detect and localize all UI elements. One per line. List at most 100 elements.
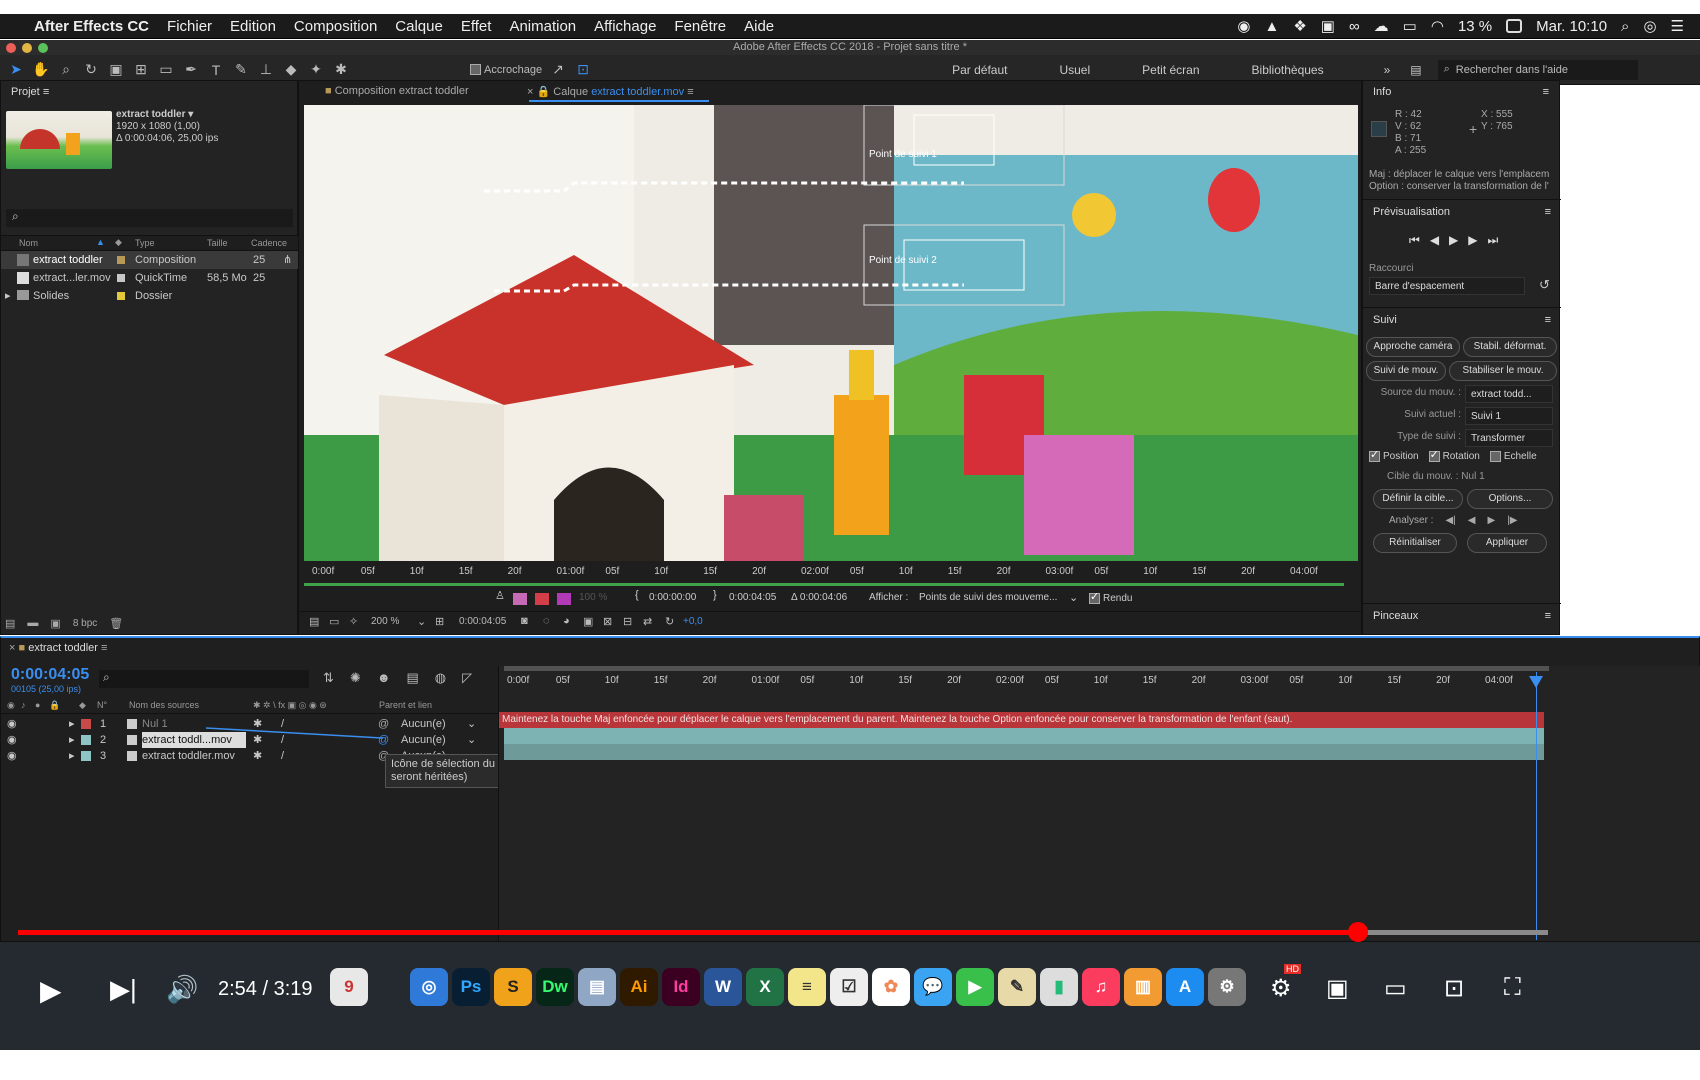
zoom-chevron-icon[interactable]: ⌄ <box>417 615 426 628</box>
parent-dropdown[interactable]: Aucun(e) <box>401 716 446 732</box>
layer-label-color[interactable] <box>81 719 91 729</box>
siri-icon[interactable]: ◎ <box>1643 17 1656 35</box>
current-time[interactable]: 0:00:04:05 <box>459 616 506 627</box>
out-point-icon[interactable]: } <box>713 589 717 601</box>
snapshot-icon[interactable]: ◙ <box>521 615 528 627</box>
label-header-icon[interactable]: ◆ <box>79 700 86 711</box>
close-timeline-icon[interactable]: × <box>9 642 15 654</box>
snap-checkbox[interactable] <box>470 64 481 76</box>
rectangle-tool-icon[interactable]: ▭ <box>157 61 175 79</box>
viewer-menu-icon[interactable]: ≡ <box>687 86 693 98</box>
next-icon[interactable]: ▶| <box>110 974 137 1005</box>
lock-header-icon[interactable]: 🔒 <box>49 700 60 711</box>
transparency-grid-icon[interactable]: ⊠ <box>603 615 612 628</box>
comp-mini-flowchart-icon[interactable]: ⇅ <box>323 670 334 686</box>
layer-label-color[interactable] <box>81 751 91 761</box>
render-checkbox[interactable] <box>1089 590 1100 604</box>
motion-blur-icon[interactable]: ◍ <box>435 670 446 686</box>
project-col-size[interactable]: Taille <box>207 238 228 248</box>
music-app-icon[interactable]: ♫ <box>1082 968 1120 1006</box>
shortcut-dropdown[interactable]: Barre d'espacement <box>1369 277 1525 295</box>
expand-arrow-icon[interactable]: ▸ <box>5 287 11 305</box>
help-search[interactable]: ⌕ Rechercher dans l'aide <box>1437 59 1638 80</box>
puppet-icon[interactable]: ♙ <box>495 589 505 602</box>
tracker-menu-icon[interactable]: ≡ <box>1545 314 1551 326</box>
zoom-tool-icon[interactable]: ⌕ <box>57 61 75 79</box>
brush-tool-icon[interactable]: ✎ <box>232 61 250 79</box>
zoom-dropdown[interactable]: 200 % <box>371 616 399 627</box>
workspace-default[interactable]: Par défaut <box>952 63 1007 77</box>
solo-header-icon[interactable]: ● <box>35 700 40 710</box>
new-folder-icon[interactable]: ▬ <box>27 617 38 629</box>
numbers-app-icon[interactable]: ▮ <box>1040 968 1078 1006</box>
miniplayer-icon[interactable]: ▣ <box>1326 974 1349 1003</box>
next-frame-icon[interactable]: ▶ <box>1468 233 1477 248</box>
eye-icon[interactable]: ◉ <box>7 748 17 764</box>
airplay-icon[interactable]: ▭ <box>1403 17 1417 35</box>
draft-3d-icon[interactable]: ✺ <box>350 670 361 686</box>
pan-behind-tool-icon[interactable]: ⊞ <box>132 61 150 79</box>
layer-name[interactable]: extract toddler.mov <box>142 748 246 764</box>
view-layout-icon[interactable]: ⊟ <box>623 615 632 628</box>
photos-app-icon[interactable]: ✿ <box>872 968 910 1006</box>
search-icon[interactable]: ⌕ <box>1621 18 1629 35</box>
messages-app-icon[interactable]: 💬 <box>914 968 952 1006</box>
layer-number-header[interactable]: N° <box>97 700 107 710</box>
sort-asc-icon[interactable]: ▲ <box>96 237 105 247</box>
close-window-icon[interactable] <box>6 43 16 53</box>
fullscreen-icon[interactable]: ⛶ <box>1504 974 1521 1002</box>
snap-option-icon[interactable]: ↗ <box>549 61 567 79</box>
selection-tool-icon[interactable]: ➤ <box>7 61 25 79</box>
files-app-icon[interactable]: ▤ <box>578 968 616 1006</box>
menu-affichage[interactable]: Affichage <box>594 18 656 35</box>
menu-aide[interactable]: Aide <box>744 18 774 35</box>
type-tool-icon[interactable]: T <box>207 61 225 79</box>
workspace-panel-icon[interactable]: ▤ <box>1410 63 1421 77</box>
word-app-icon[interactable]: W <box>704 968 742 1006</box>
video-toggle-header-icon[interactable]: ◉ <box>7 700 15 711</box>
books-app-icon[interactable]: ▥ <box>1124 968 1162 1006</box>
notes-app-icon[interactable]: ≡ <box>788 968 826 1006</box>
photoshop-app-icon[interactable]: Ps <box>452 968 490 1006</box>
scale-checkbox[interactable] <box>1489 451 1501 462</box>
project-row[interactable]: extract toddler Composition 25 ⋔ <box>1 251 299 269</box>
reminders-app-icon[interactable]: ☑ <box>830 968 868 1006</box>
frame-blending-icon[interactable]: ▤ <box>407 670 419 686</box>
monitor-icon[interactable]: ▭ <box>329 615 339 628</box>
flowchart-view-icon[interactable]: ⇄ <box>643 615 652 628</box>
source-dropdown[interactable]: extract todd... <box>1465 385 1553 403</box>
wifi-icon[interactable]: ◠ <box>1431 17 1444 35</box>
current-track-dropdown[interactable]: Suivi 1 <box>1465 407 1553 425</box>
layer-expand-icon[interactable]: ▸ <box>69 716 75 732</box>
hand-tool-icon[interactable]: ✋ <box>32 61 50 79</box>
calendar-app-icon[interactable]: 9 <box>330 968 368 1006</box>
warp-stabilizer-button[interactable]: Stabil. déformat. <box>1463 337 1557 357</box>
show-dropdown[interactable]: Points de suivi des mouveme... <box>919 592 1079 603</box>
close-tab-icon[interactable]: × <box>527 86 533 98</box>
stabilize-motion-button[interactable]: Stabiliser le mouv. <box>1449 361 1557 381</box>
project-col-rate[interactable]: Cadence <box>251 238 287 248</box>
pages-app-icon[interactable]: ✎ <box>998 968 1036 1006</box>
parent-header[interactable]: Parent et lien <box>379 700 432 710</box>
graph-editor-icon[interactable]: ◸ <box>462 670 472 686</box>
volume-icon[interactable]: 🔊 <box>166 974 198 1005</box>
reset-exposure-icon[interactable]: ↻ <box>665 615 674 628</box>
new-comp-icon[interactable]: ▣ <box>50 617 60 630</box>
track-motion-button[interactable]: Suivi de mouv. <box>1366 361 1446 381</box>
video-frame[interactable]: Point de suivi 1 Point de suivi 2 <box>304 105 1358 561</box>
puppet-tool-icon[interactable]: ✱ <box>332 61 350 79</box>
interpret-footage-icon[interactable]: ▤ <box>5 617 15 630</box>
menu-calque[interactable]: Calque <box>395 18 443 35</box>
always-preview-icon[interactable]: ▤ <box>309 615 319 628</box>
position-checkbox[interactable] <box>1369 448 1380 462</box>
layer-bar-null[interactable]: Maintenez la touche Maj enfoncée pour dé… <box>499 712 1544 728</box>
grid-icon[interactable]: ⊞ <box>435 615 444 628</box>
roto-tool-icon[interactable]: ✦ <box>307 61 325 79</box>
reset-shortcut-icon[interactable]: ↺ <box>1539 277 1550 293</box>
illustrator-app-icon[interactable]: Ai <box>620 968 658 1006</box>
video-progress-track[interactable] <box>18 922 1548 942</box>
app-menu[interactable]: After Effects CC <box>34 18 149 35</box>
analyze-forward-one-icon[interactable]: ▶ <box>1487 515 1495 526</box>
menu-composition[interactable]: Composition <box>294 18 377 35</box>
project-search[interactable]: ⌕ <box>6 209 293 227</box>
